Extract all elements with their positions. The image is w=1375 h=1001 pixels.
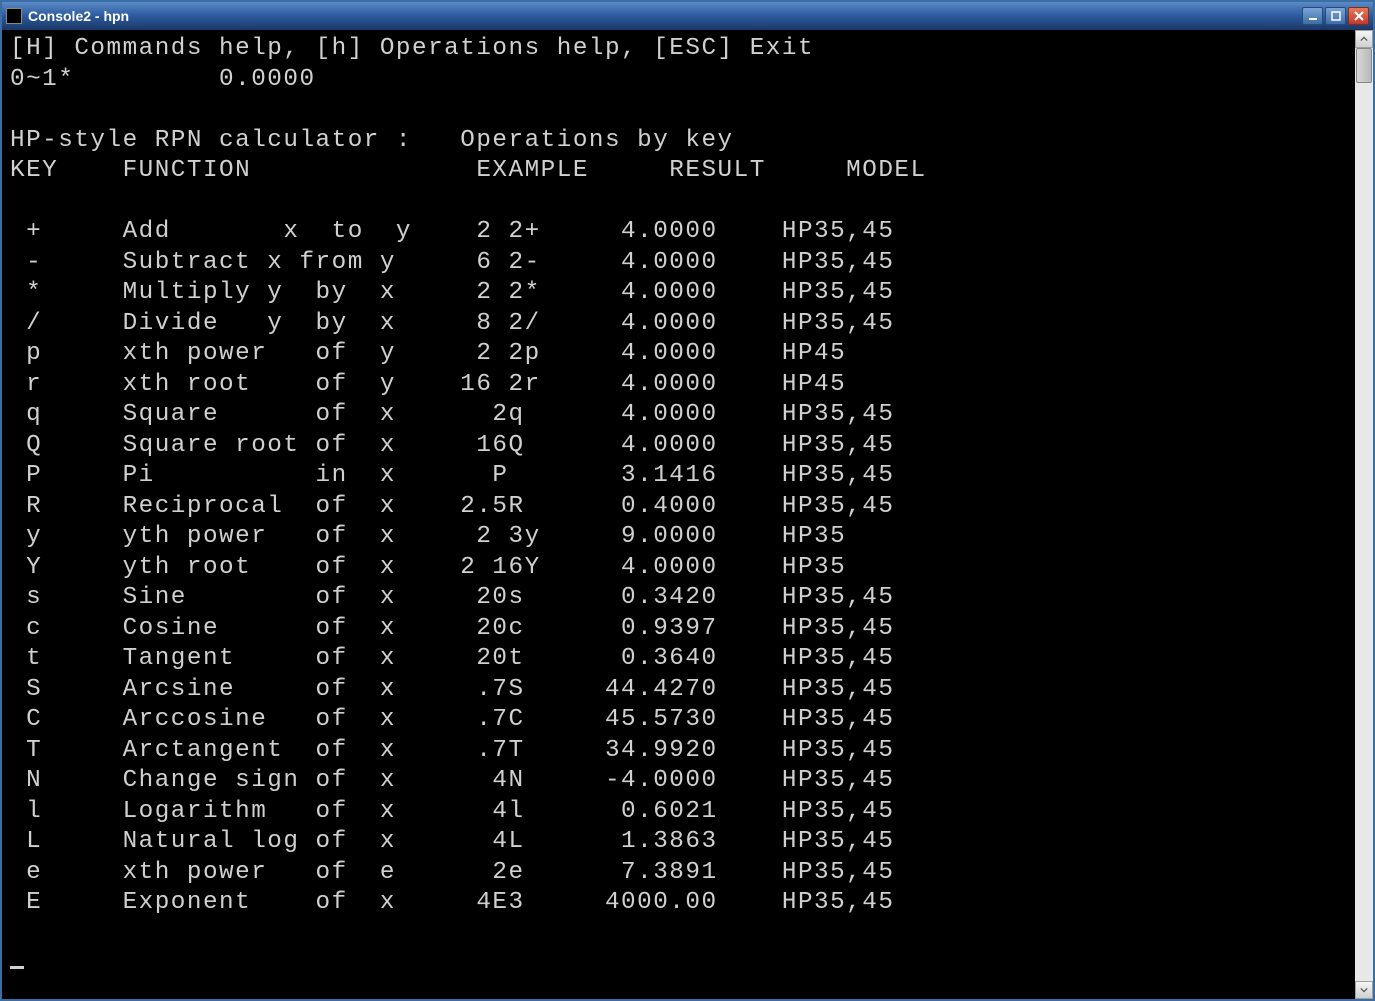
help-line: [H] Commands help, [h] Operations help, … (10, 35, 814, 62)
scroll-down-button[interactable] (1355, 981, 1373, 999)
close-button[interactable] (1348, 7, 1369, 25)
window-controls (1302, 7, 1369, 25)
section-title: HP-style RPN calculator : Operations by … (10, 127, 734, 154)
scroll-thumb[interactable] (1356, 48, 1372, 83)
window-title: Console2 - hpn (28, 8, 1302, 24)
content-area: [H] Commands help, [h] Operations help, … (2, 30, 1373, 999)
maximize-icon (1331, 11, 1341, 21)
titlebar[interactable]: Console2 - hpn (2, 2, 1373, 30)
column-headers: KEY FUNCTION EXAMPLE RESULT MODEL (10, 157, 927, 184)
maximize-button[interactable] (1325, 7, 1346, 25)
operations-list: + Add x to y 2 2+ 4.0000 HP35,45 - Subtr… (10, 218, 894, 916)
console-window: Console2 - hpn [H] Commands help, [h] Op… (0, 0, 1375, 1001)
scroll-track[interactable] (1355, 48, 1373, 981)
close-icon (1354, 11, 1364, 21)
scroll-up-button[interactable] (1355, 30, 1373, 48)
cursor (10, 966, 24, 969)
app-icon (6, 8, 22, 24)
minimize-icon (1308, 11, 1318, 21)
console-output[interactable]: [H] Commands help, [h] Operations help, … (2, 30, 1355, 999)
minimize-button[interactable] (1302, 7, 1323, 25)
vertical-scrollbar[interactable] (1355, 30, 1373, 999)
chevron-down-icon (1360, 986, 1368, 994)
chevron-up-icon (1360, 35, 1368, 43)
stack-line: 0~1* 0.0000 (10, 66, 316, 93)
